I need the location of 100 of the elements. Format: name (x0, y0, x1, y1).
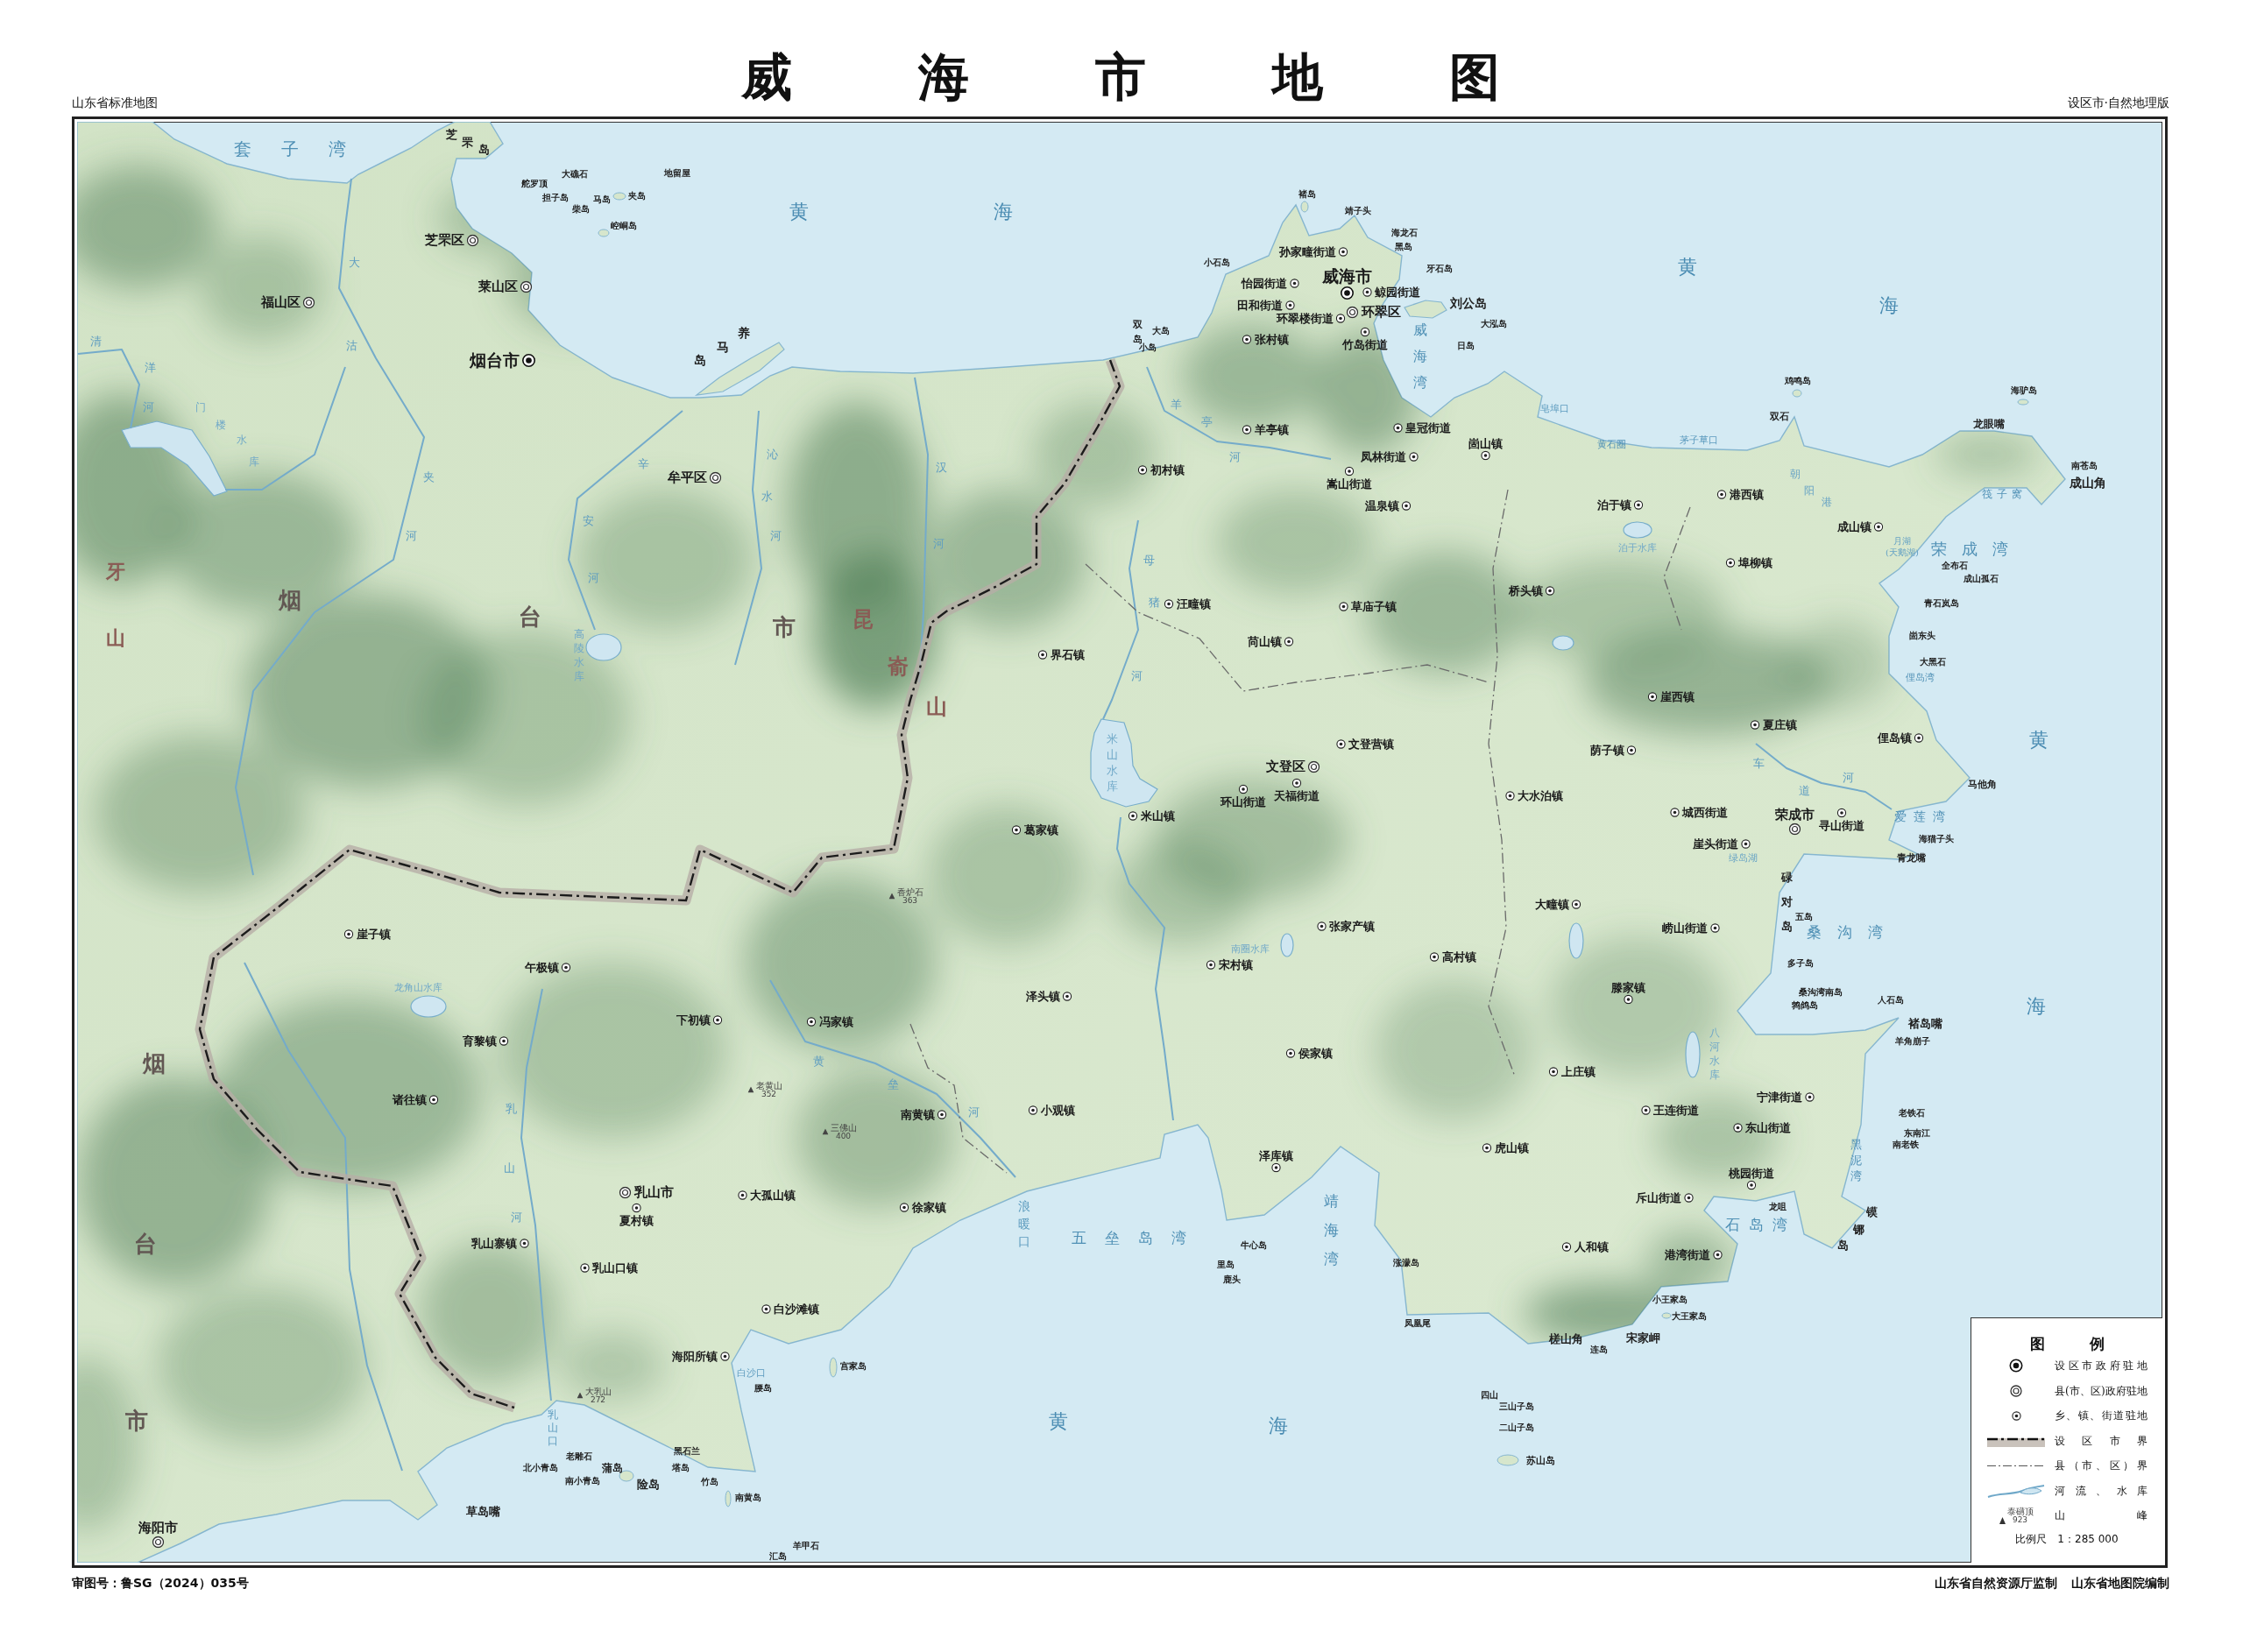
reservoir-shape (1623, 521, 1652, 539)
island-name-label: 苏山岛 (1525, 1455, 1555, 1465)
town-name-label: 宋村镇 (1218, 958, 1253, 971)
river-name-label: 河 (587, 571, 599, 583)
river-name-label: 水 (761, 490, 773, 502)
island-name-label: 牛心岛 (1241, 1241, 1267, 1250)
river-name-label: 洋 (144, 361, 156, 373)
town-name-label: 孙家疃街道 (1278, 245, 1336, 258)
town-seat-icon (1545, 585, 1555, 596)
town-name-label: 俚岛镇 (1877, 731, 1912, 744)
town-name-label: 凤林街道 (1361, 450, 1406, 462)
bay-name-label: 石岛湾 (1723, 1217, 1796, 1232)
bay-name-label: 爱莲湾 (1893, 810, 1952, 822)
sea-name-label: 黄 (1049, 1412, 1068, 1431)
town-seat-icon (1344, 466, 1355, 477)
town-seat-icon (1206, 959, 1216, 970)
town-seat-icon (1335, 313, 1346, 323)
island-name-label: 铘 (1852, 1223, 1864, 1235)
island-name-label: 养 (738, 327, 750, 339)
town-name-label: 大疃镇 (1534, 898, 1569, 910)
sea-name-label: 海 (1879, 296, 1899, 315)
island-name-label: 南黄岛 (735, 1493, 761, 1502)
town-seat-icon (937, 1109, 947, 1119)
island-name-label: 大礁石 (562, 170, 588, 179)
town-seat-icon (1317, 921, 1327, 931)
river-name-label: 河 (932, 537, 945, 549)
legend-label: 山峰 (2055, 1509, 2147, 1522)
town-name-label: 侯家镇 (1298, 1047, 1333, 1059)
reservoir-name-label: 米山水库 (1106, 731, 1118, 794)
town-name-label: 环山街道 (1221, 795, 1266, 808)
river-name-label: 河 (1228, 450, 1241, 462)
county-boundary-icon (1987, 1464, 2045, 1467)
town-name-label: 育黎镇 (462, 1034, 497, 1047)
town-name-label: 夏村镇 (619, 1214, 654, 1226)
island-name-label: 黑石兰 (674, 1447, 700, 1456)
town-seat-icon (520, 1238, 529, 1248)
town-name-label: 张村镇 (1254, 333, 1289, 345)
town-name-label: 埠柳镇 (1737, 556, 1772, 568)
district-name-label: 牟平区 (667, 470, 707, 484)
island-name-label: 碌对岛 (1780, 870, 1793, 935)
town-seat-icon (1037, 649, 1048, 660)
mountain-name-label: 牙山 (106, 559, 125, 651)
island-name-label: 四山 (1481, 1391, 1498, 1400)
island-name-label: 马他角 (1967, 779, 1997, 789)
town-name-label: 大水泊镇 (1518, 789, 1563, 801)
town-seat-icon (712, 1014, 723, 1025)
town-seat-icon (1746, 1180, 1757, 1190)
town-name-label: 大孤山镇 (750, 1189, 796, 1201)
island-name-label: 蒲岛 (602, 1463, 623, 1473)
bay-name-label: 黄石圈 (1596, 439, 1626, 449)
town-seat-icon (806, 1016, 817, 1027)
town-name-label: 高村镇 (1441, 950, 1476, 963)
island-name-label: 海龙石 (1391, 229, 1418, 237)
peak-name: 老黄山 (755, 1081, 782, 1091)
town-name-label: 张家产镇 (1329, 920, 1375, 932)
city-name-label: 烟台市 (469, 351, 520, 369)
region-name-label: 市 (125, 1409, 148, 1432)
district-name-label: 海阳市 (138, 1521, 178, 1535)
city-seat-icon (2009, 1359, 2023, 1373)
town-seat-icon (1805, 1091, 1815, 1102)
reservoir-name-label: 南圈水库 (1231, 943, 1270, 954)
town-seat-icon (561, 962, 571, 972)
legend-label: 县（市、区）界 (2055, 1459, 2147, 1472)
town-name-label: 荫子镇 (1589, 744, 1624, 756)
sea-name-label: 海 (2027, 997, 2046, 1016)
town-seat-icon (1290, 278, 1299, 288)
town-name-label: 上庄镇 (1560, 1065, 1596, 1077)
county-seat-icon (709, 471, 722, 484)
mountain-name-label: 嵛 (888, 656, 909, 677)
town-seat-icon (1409, 451, 1419, 462)
lagoon-name-label: 阳 (1804, 485, 1815, 496)
town-seat-icon (1647, 691, 1658, 702)
reservoir-name-label: 库 (249, 456, 259, 467)
town-seat-icon (1623, 994, 1633, 1005)
bay-name-label: 五垒岛湾 (1070, 1230, 1205, 1246)
reservoir-name-label: 八河水库 (1709, 1026, 1720, 1082)
town-name-label: 白沙滩镇 (774, 1303, 819, 1315)
island-name-label: 凤凰尾 (1405, 1319, 1431, 1328)
river-name-label: 河 (769, 529, 782, 541)
island-name-label: 舵罗顶 (521, 180, 548, 188)
legend-label: 设区市界 (2055, 1434, 2147, 1447)
town-name-label: 寻山街道 (1819, 819, 1864, 831)
estuary-name-label: 乳山口 (548, 1408, 558, 1448)
legend-title: 图例 (2028, 1334, 2149, 1353)
district-name-label: 文登区 (1265, 759, 1305, 773)
island-name-label: 全布石 (1942, 561, 1968, 570)
town-seat-icon (428, 1094, 439, 1105)
approval-number: 审图号：鲁SG（2024）035号 (72, 1575, 249, 1591)
island-name-label: 龙眼嘴 (1973, 419, 2005, 429)
island-name-label: 罘 (461, 136, 473, 148)
island-name-label: 崮东头 (1909, 632, 1935, 640)
reservoir-shape (1685, 1031, 1701, 1078)
town-name-label: 崮山镇 (1468, 437, 1503, 449)
town-seat-icon (1291, 778, 1302, 788)
town-seat-icon (1285, 1048, 1296, 1058)
island-name-label: 南老铁 (1893, 1140, 1919, 1149)
reservoir-shape (1568, 922, 1584, 959)
island-name-label: 连岛 (1590, 1345, 1608, 1354)
town-seat-icon (1571, 899, 1581, 909)
county-seat-icon (520, 280, 533, 293)
